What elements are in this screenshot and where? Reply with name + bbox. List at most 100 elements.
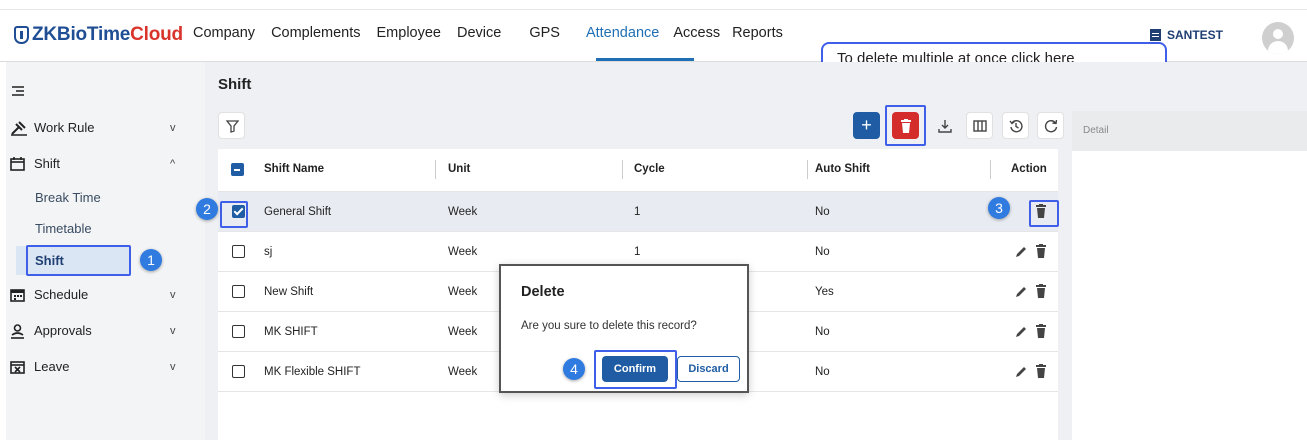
sidebar-item-approvals[interactable]: Approvals v: [10, 323, 190, 339]
app-logo[interactable]: ZKBioTime Cloud: [14, 24, 183, 46]
nav-complements[interactable]: Complements: [271, 25, 360, 47]
unit-cell: Week: [448, 286, 478, 298]
edit-icon: [1016, 327, 1026, 337]
auto-shift-cell: No: [815, 366, 830, 378]
sidebar-sub-timetable[interactable]: Timetable: [35, 221, 92, 236]
column-header-auto-shift[interactable]: Auto Shift: [815, 149, 870, 189]
sidebar-item-label: Leave: [34, 359, 70, 374]
trash-icon: [1036, 244, 1046, 258]
row-edit-button[interactable]: [1015, 244, 1029, 260]
logo-text-cloud: Cloud: [130, 24, 183, 45]
column-header-unit[interactable]: Unit: [448, 149, 470, 189]
sidebar-item-work-rule[interactable]: Work Rule v: [10, 120, 190, 136]
dialog-title: Delete: [521, 284, 565, 300]
auto-shift-cell: No: [815, 206, 830, 218]
chevron-down-icon: v: [170, 324, 176, 337]
column-header-cycle[interactable]: Cycle: [634, 149, 665, 189]
row-delete-button[interactable]: [1035, 364, 1049, 380]
sidebar-item-label: Work Rule: [34, 120, 95, 135]
detail-panel: [1072, 111, 1307, 440]
row-delete-button[interactable]: [1035, 244, 1049, 260]
trash-icon: [1036, 284, 1046, 298]
unit-cell: Week: [448, 366, 478, 378]
building-icon: [1150, 29, 1161, 41]
nav-access[interactable]: Access: [673, 25, 720, 47]
column-divider: [990, 160, 991, 179]
sidebar-item-leave[interactable]: Leave v: [10, 359, 190, 374]
sidebar-item-schedule[interactable]: Schedule v: [10, 287, 190, 302]
chevron-down-icon: v: [170, 360, 176, 373]
trash-icon: [1036, 324, 1046, 338]
row-edit-button[interactable]: [1015, 284, 1029, 300]
refresh-button[interactable]: [1037, 112, 1064, 139]
row-edit-button[interactable]: [1015, 364, 1029, 380]
step-badge-1: 1: [140, 249, 162, 271]
columns-icon: [972, 119, 987, 132]
add-button[interactable]: +: [853, 112, 880, 139]
highlight-box-row-checkbox: [220, 201, 248, 228]
nav-attendance[interactable]: Attendance: [586, 25, 659, 47]
history-button[interactable]: [1002, 112, 1029, 139]
sidebar-item-label: Shift: [34, 156, 61, 171]
shift-name-cell: MK Flexible SHIFT: [264, 366, 361, 378]
work-rule-icon: [10, 120, 27, 136]
row-checkbox[interactable]: [232, 365, 245, 378]
auto-shift-cell: Yes: [815, 286, 834, 298]
discard-button[interactable]: Discard: [677, 356, 740, 382]
shift-name-cell: sj: [264, 246, 273, 258]
filter-button[interactable]: [218, 112, 245, 139]
column-header-shift-name[interactable]: Shift Name: [264, 149, 324, 189]
step-badge-2: 2: [196, 198, 218, 220]
detail-panel-header: Detail: [1072, 111, 1307, 151]
calendar-icon: [10, 156, 26, 171]
highlight-box-shift-menu: [26, 245, 131, 276]
collapse-sidebar-icon[interactable]: [12, 86, 24, 97]
export-button[interactable]: [931, 112, 958, 139]
user-avatar[interactable]: [1262, 22, 1294, 54]
browser-strip: [0, 0, 1307, 10]
row-delete-button[interactable]: [1035, 284, 1049, 300]
add-icon: +: [861, 115, 872, 135]
logo-shield-icon: [14, 26, 29, 44]
cycle-cell: 1: [634, 206, 641, 218]
page-title: Shift: [218, 76, 252, 93]
chevron-down-icon: v: [170, 288, 176, 301]
export-icon: [937, 119, 952, 133]
auto-shift-cell: No: [815, 246, 830, 258]
row-checkbox[interactable]: [232, 285, 245, 298]
nav-device[interactable]: Device: [457, 25, 501, 47]
refresh-icon: [1044, 119, 1057, 132]
shift-name-cell: MK SHIFT: [264, 326, 318, 338]
chevron-up-icon: ^: [170, 157, 176, 170]
column-divider: [807, 160, 808, 179]
step-badge-4: 4: [563, 358, 585, 380]
unit-cell: Week: [448, 246, 478, 258]
person-approval-icon: [10, 323, 26, 339]
column-divider: [622, 160, 623, 179]
columns-button[interactable]: [966, 112, 993, 139]
chevron-down-icon: v: [170, 121, 176, 134]
dialog-message: Are you sure to delete this record?: [521, 320, 697, 332]
nav-company[interactable]: Company: [193, 25, 255, 47]
nav-employee[interactable]: Employee: [377, 25, 441, 47]
sidebar-item-shift[interactable]: Shift ^: [10, 156, 190, 171]
highlight-box-confirm: [594, 350, 677, 389]
filter-icon: [225, 120, 240, 133]
nav-gps[interactable]: GPS: [529, 25, 560, 47]
auto-shift-cell: No: [815, 326, 830, 338]
shift-name-cell: General Shift: [264, 206, 332, 218]
nav-reports[interactable]: Reports: [732, 25, 783, 47]
sidebar-item-label: Approvals: [34, 323, 92, 338]
column-divider: [435, 160, 436, 179]
row-checkbox[interactable]: [232, 245, 245, 258]
tenant-switcher[interactable]: SANTEST: [1150, 28, 1223, 42]
sidebar-sub-break-time[interactable]: Break Time: [35, 190, 101, 205]
select-all-checkbox[interactable]: [231, 163, 244, 176]
row-edit-button[interactable]: [1015, 324, 1029, 340]
row-delete-button[interactable]: [1035, 324, 1049, 340]
table-row[interactable]: General Shift Week 1 No: [218, 191, 1058, 231]
step-badge-3: 3: [988, 197, 1010, 219]
row-checkbox[interactable]: [232, 325, 245, 338]
main-nav: Company Complements Employee Device GPS …: [193, 25, 799, 47]
shift-name-cell: New Shift: [264, 286, 314, 298]
